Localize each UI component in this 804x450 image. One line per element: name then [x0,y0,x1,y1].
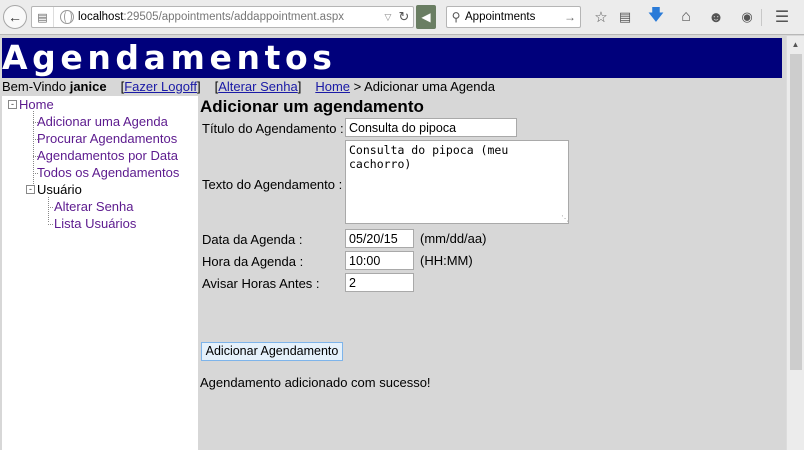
title-label: Título do Agendamento : [202,121,344,136]
date-field[interactable]: 05/20/15 [345,229,414,248]
text-area[interactable]: Consulta do pipoca (meu cachorro) [345,140,569,224]
tree-node-home[interactable]: Home [19,97,54,113]
address-bar[interactable]: ▤ localhost:29505/appointments/addappoin… [31,6,414,28]
smiley-icon[interactable]: ☻ [706,7,726,27]
success-message: Agendamento adicionado com sucesso! [200,375,431,390]
resize-grip-icon[interactable]: ⋱ [561,214,569,223]
text-label: Texto do Agendamento : [202,177,343,192]
sidebar-item-change-password[interactable]: Alterar Senha [54,199,134,215]
url-text[interactable]: localhost:29505/appointments/addappointm… [78,11,381,23]
collapse-toggle-icon[interactable]: - [8,100,17,109]
time-format-hint: (HH:MM) [420,253,473,268]
reading-list-icon[interactable]: ▤ [615,7,635,27]
search-bar[interactable]: ⚲ Appointments → [446,6,581,28]
pocket-icon[interactable]: ◉ [737,7,757,27]
tree-node-user[interactable]: Usuário [37,182,82,198]
notify-label: Avisar Horas Antes : [202,276,320,291]
home-icon[interactable]: ⌂ [676,7,696,27]
dropdown-arrow-icon[interactable]: ▽ [381,12,395,23]
toolbar-divider [761,9,762,26]
collapse-toggle-icon[interactable]: - [26,185,35,194]
extension-icon[interactable]: ◀ [416,5,436,29]
sidebar-item-appointments-by-date[interactable]: Agendamentos por Data [37,148,178,164]
banner-title: Agendamentos [2,38,337,77]
logout-link[interactable]: Fazer Logoff [124,79,197,94]
add-appointment-button[interactable]: Adicionar Agendamento [201,342,343,361]
main-content: Adicionar um agendamento Título do Agend… [198,96,786,450]
sidebar-item-search-appointments[interactable]: Procurar Agendamentos [37,131,177,147]
globe-icon [60,10,74,24]
sidebar-tree: - Home Adicionar uma Agenda Procurar Age… [2,96,198,450]
browser-toolbar: ← ▤ localhost:29505/appointments/addappo… [0,0,804,35]
vertical-scrollbar[interactable]: ▲ [786,36,804,450]
tree-connector [48,207,53,208]
username: janice [69,79,107,94]
title-field[interactable]: Consulta do pipoca [345,118,517,137]
time-label: Hora da Agenda : [202,254,304,269]
download-icon[interactable]: 🡇 [646,7,666,27]
sidebar-item-user-list[interactable]: Lista Usuários [54,216,136,232]
page-title: Adicionar um agendamento [200,97,424,116]
bookmark-star-icon[interactable]: ☆ [591,7,611,27]
breadcrumb-separator: > [353,79,362,94]
date-format-hint: (mm/dd/aa) [420,231,487,246]
breadcrumb-current: Adicionar uma Agenda [364,79,495,94]
notify-hours-field[interactable]: 2 [345,273,414,292]
url-host: localhost [78,11,124,23]
change-password-link[interactable]: Alterar Senha [218,79,298,94]
hamburger-menu-icon[interactable]: ☰ [772,7,792,27]
breadcrumb-home[interactable]: Home [315,79,350,94]
welcome-text: Bem-Vindo [2,79,67,94]
search-input[interactable]: Appointments [465,11,564,23]
reload-icon[interactable]: ↻ [395,9,413,25]
site-banner: Agendamentos [2,38,782,78]
search-icon: ⚲ [451,10,461,24]
tree-connector [48,224,53,225]
search-go-arrow-icon[interactable]: → [564,10,580,24]
tree-connector [48,197,49,222]
history-icon[interactable]: ▤ [32,7,54,27]
sidebar-item-add-appointment[interactable]: Adicionar uma Agenda [37,114,168,130]
sidebar-item-all-appointments[interactable]: Todos os Agendamentos [37,165,179,181]
date-label: Data da Agenda : [202,232,303,247]
back-arrow-icon[interactable]: ← [3,5,27,29]
user-bar: Bem-Vindo janice [Fazer Logoff] [Alterar S… [2,79,495,94]
time-field[interactable]: 10:00 [345,251,414,270]
url-path: :29505/appointments/addappointment.aspx [123,11,344,23]
page: Agendamentos Bem-Vindo janice [Fazer Logo… [0,36,786,450]
scroll-up-arrow-icon[interactable]: ▲ [787,36,804,53]
scrollbar-thumb[interactable] [790,54,802,370]
